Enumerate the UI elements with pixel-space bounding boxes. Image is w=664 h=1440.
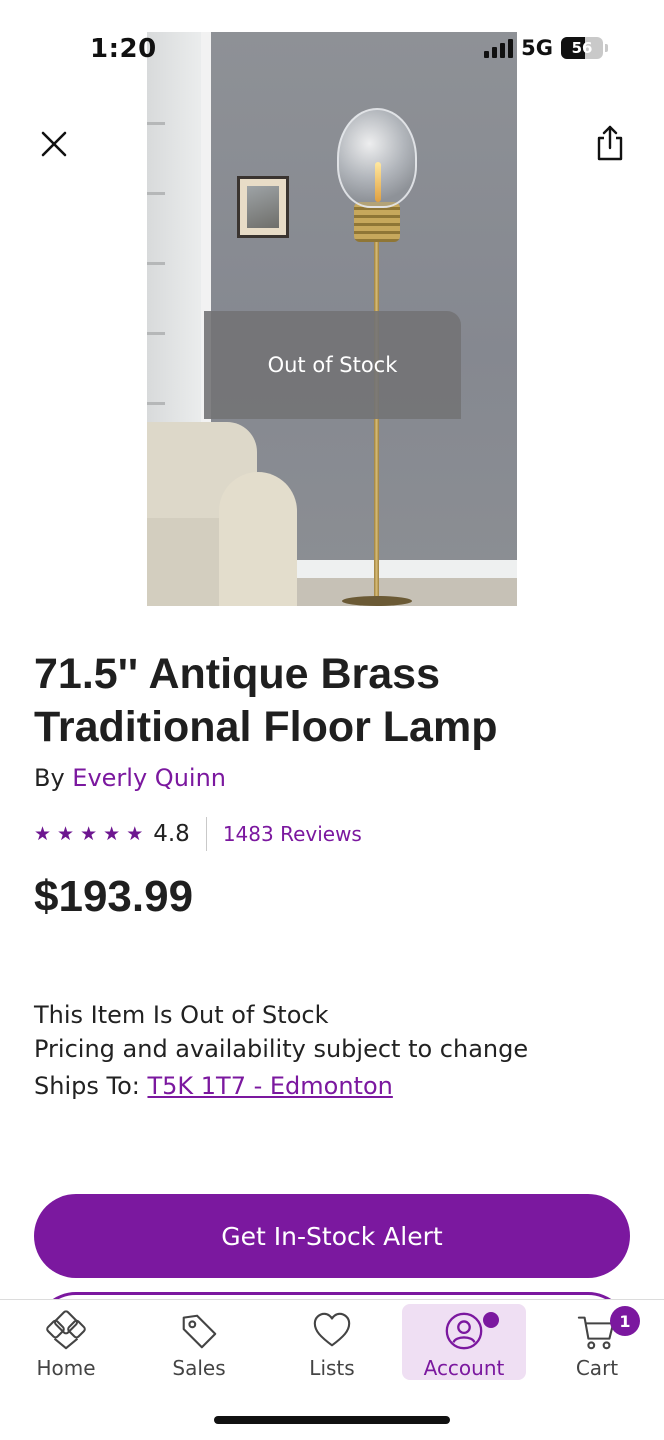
lamp-socket (354, 202, 400, 242)
close-button[interactable] (36, 126, 72, 162)
share-icon (597, 125, 623, 161)
nav-home[interactable]: Home (4, 1304, 128, 1380)
ships-location-link[interactable]: T5K 1T7 - Edmonton (147, 1072, 392, 1100)
nav-cart[interactable]: Cart 1 (535, 1304, 659, 1380)
in-stock-alert-button[interactable]: Get In-Stock Alert (34, 1194, 630, 1278)
stock-message: This Item Is Out of Stock Pricing and av… (34, 998, 528, 1066)
divider (205, 817, 207, 851)
lamp-base (342, 596, 412, 606)
account-icon (445, 1312, 483, 1350)
ships-to: Ships To: T5K 1T7 - Edmonton (34, 1072, 393, 1100)
byline-prefix: By (34, 764, 73, 792)
cart-count-badge: 1 (610, 1306, 640, 1336)
star-icon: ★ (80, 823, 98, 845)
share-button[interactable] (594, 124, 626, 162)
availability-note: Pricing and availability subject to chan… (34, 1035, 529, 1063)
star-icon: ★ (57, 823, 75, 845)
star-icon: ★ (34, 823, 52, 845)
nav-home-label: Home (36, 1356, 96, 1380)
nav-sales-label: Sales (172, 1356, 226, 1380)
heart-icon (313, 1312, 351, 1347)
network-type: 5G (521, 36, 553, 60)
nav-account-label: Account (423, 1356, 505, 1380)
nav-sales[interactable]: Sales (137, 1304, 261, 1380)
nav-cart-label: Cart (575, 1356, 619, 1380)
armchair (147, 422, 297, 606)
home-indicator (214, 1416, 450, 1424)
ships-to-label: Ships To: (34, 1072, 148, 1100)
reviews-link[interactable]: 1483 Reviews (223, 822, 362, 846)
tag-icon (182, 1314, 217, 1349)
rating-value: 4.8 (153, 821, 190, 847)
status-time: 1:20 (90, 34, 157, 64)
nav-account[interactable]: Account (402, 1304, 526, 1380)
picture-frame (237, 176, 289, 238)
home-icon (46, 1310, 86, 1350)
nav-lists-label: Lists (309, 1356, 355, 1380)
out-of-stock-overlay: Out of Stock (204, 311, 461, 419)
battery-icon: 56 (561, 37, 603, 59)
product-title: 71.5'' Antique Brass Traditional Floor L… (34, 650, 498, 751)
brand-byline: By Everly Quinn (34, 764, 226, 792)
signal-icon (484, 38, 514, 58)
star-rating: ★ ★ ★ ★ ★ (34, 823, 143, 845)
notification-dot (483, 1312, 499, 1328)
battery-level: 56 (571, 39, 593, 57)
brand-link[interactable]: Everly Quinn (72, 764, 226, 792)
close-icon (41, 131, 67, 157)
product-price: $193.99 (34, 872, 194, 921)
status-indicators: 5G 56 (484, 36, 608, 60)
star-icon: ★ (126, 823, 144, 845)
stock-status: This Item Is Out of Stock (34, 1001, 329, 1029)
star-icon: ★ (103, 823, 121, 845)
rating-row: ★ ★ ★ ★ ★ 4.8 1483 Reviews (34, 817, 362, 851)
nav-lists[interactable]: Lists (270, 1304, 394, 1380)
